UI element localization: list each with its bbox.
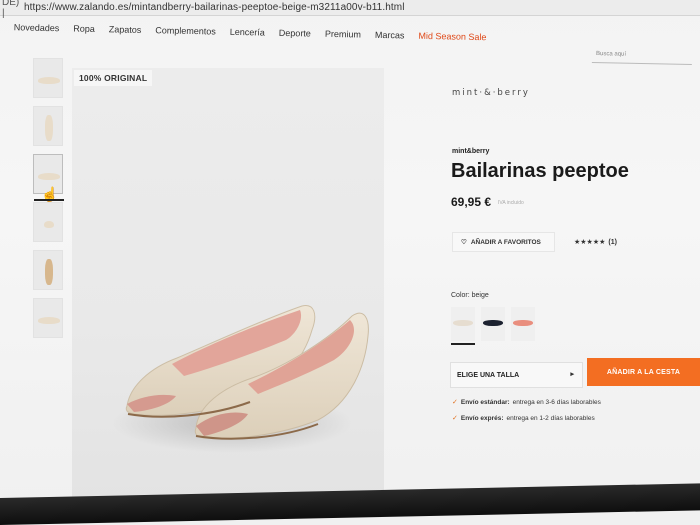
shoe-swatch-image — [513, 320, 533, 326]
shipping-text: entrega en 3-6 días laborables — [512, 398, 601, 406]
size-select-label: ELIGE UNA TALLA — [457, 372, 520, 379]
thumbnail[interactable] — [33, 106, 63, 146]
brand-logo[interactable]: mint·&·berry — [452, 88, 530, 98]
rating-count: (1) — [608, 239, 617, 246]
product-title: Bailarinas peeptoe — [451, 160, 629, 182]
price-note: IVA incluido — [498, 200, 524, 206]
shoe-thumb-image — [45, 259, 53, 285]
product-image[interactable] — [72, 68, 384, 500]
address-bar[interactable]: DE) | https://www.zalando.es/mintandberr… — [0, 0, 700, 19]
heart-icon: ♡ — [461, 239, 467, 246]
original-badge: 100% ORIGINAL — [74, 70, 153, 86]
shipping-info: ✓ Envío estándar: entrega en 3-6 días la… — [452, 398, 601, 430]
category-nav: Novedades Ropa Zapatos Complementos Lenc… — [0, 16, 700, 53]
add-to-favorites-button[interactable]: ♡ AÑADIR A FAVORITOS — [452, 232, 555, 252]
brand-name[interactable]: mint&berry — [452, 148, 489, 155]
color-label-text: Color: — [451, 292, 470, 299]
search-placeholder: Busca aquí — [595, 51, 627, 58]
thumbnail-active-indicator — [34, 199, 64, 201]
shoe-swatch-image — [483, 320, 503, 326]
shoe-thumb-image — [45, 115, 53, 141]
check-icon: ✓ — [452, 415, 458, 422]
shoe-thumb-image — [38, 77, 60, 84]
add-to-cart-button[interactable]: AÑADIR A LA CESTA — [587, 358, 700, 386]
shipping-label: Envío estándar: — [460, 398, 510, 406]
thumbnail[interactable] — [33, 250, 63, 290]
shoe-thumb-image — [38, 173, 60, 180]
nav-item-lenceria[interactable]: Lencería — [230, 27, 265, 38]
swatch-coral[interactable] — [511, 307, 535, 341]
chevron-right-icon: ▸ — [570, 371, 574, 378]
shipping-text: entrega en 1-2 días laborables — [506, 414, 595, 422]
check-icon: ✓ — [452, 399, 458, 406]
nav-item-marcas[interactable]: Marcas — [375, 30, 405, 41]
shipping-express: ✓ Envío exprés: entrega en 1-2 días labo… — [452, 414, 601, 423]
nav-item-premium[interactable]: Premium — [325, 29, 361, 40]
selected-swatch-indicator — [451, 343, 475, 345]
thumbnail[interactable] — [33, 202, 63, 242]
nav-item-novedades[interactable]: Novedades — [14, 22, 60, 33]
nav-item-deporte[interactable]: Deporte — [279, 28, 311, 39]
nav-item-complementos[interactable]: Complementos — [155, 25, 216, 36]
thumbnail[interactable] — [33, 58, 63, 98]
nav-item-sale[interactable]: Mid Season Sale — [418, 31, 486, 42]
shipping-standard: ✓ Envío estándar: entrega en 3-6 días la… — [452, 398, 601, 407]
color-label: Color: beige — [451, 292, 489, 299]
color-swatches — [451, 307, 535, 341]
thumbnail[interactable] — [33, 298, 63, 338]
shoe-thumb-image — [38, 317, 60, 324]
color-value: beige — [471, 292, 489, 299]
favorites-label: AÑADIR A FAVORITOS — [470, 238, 541, 246]
url-text[interactable]: https://www.zalando.es/mintandberry-bail… — [24, 2, 405, 13]
swatch-navy[interactable] — [481, 307, 505, 341]
size-select[interactable]: ELIGE UNA TALLA ▸ — [450, 362, 583, 388]
rating[interactable]: ★★★★★ (1) — [574, 238, 617, 246]
search-input[interactable]: Busca aquí — [591, 48, 693, 66]
product-price: 69,95 € — [451, 195, 492, 209]
nav-item-zapatos[interactable]: Zapatos — [109, 24, 142, 35]
shoe-thumb-image — [44, 221, 54, 228]
shipping-label: Envío exprés: — [460, 414, 504, 422]
swatch-beige[interactable] — [451, 307, 475, 341]
shoes-illustration — [112, 305, 369, 453]
rating-stars-icon: ★★★★★ — [574, 239, 606, 246]
nav-item-ropa[interactable]: Ropa — [73, 24, 95, 34]
browser-screen: DE) | https://www.zalando.es/mintandberr… — [0, 0, 700, 525]
shoe-swatch-image — [453, 320, 473, 326]
